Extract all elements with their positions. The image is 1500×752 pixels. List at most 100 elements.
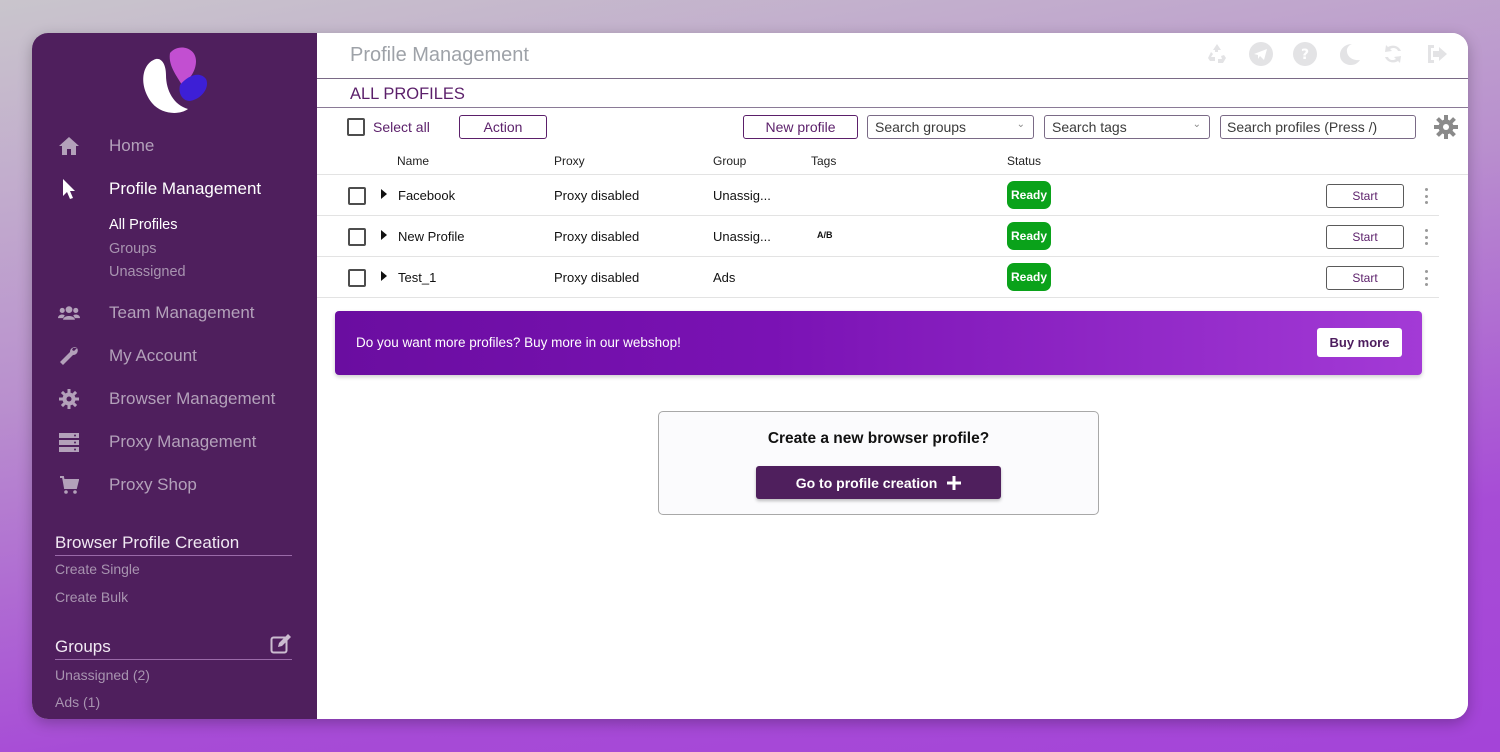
row-checkbox[interactable] [348,269,366,287]
sidebar-item-groups[interactable]: Groups [109,241,157,257]
header-divider [317,78,1468,79]
create-bulk-link[interactable]: Create Bulk [55,589,128,605]
cursor-icon [58,178,80,200]
more-options-icon[interactable] [1417,268,1435,288]
sidebar: Home Profile Management All Profiles Gro… [32,33,317,719]
nav-proxy-shop-label: Proxy Shop [109,475,197,494]
profile-name: Test_1 [398,270,437,285]
row-checkbox[interactable] [348,228,366,246]
nav-profile-management-label: Profile Management [109,179,262,198]
creation-section-title: Browser Profile Creation [55,533,292,556]
profile-name: New Profile [398,229,465,244]
select-all-label: Select all [373,119,430,135]
logo [143,47,208,113]
column-header-proxy[interactable]: Proxy [554,154,585,168]
table-row[interactable]: Test_1 Proxy disabled Ads Ready Start [317,257,1439,298]
profile-group: Unassig... [713,229,771,244]
search-groups-label: Search groups [875,119,967,135]
select-all-checkbox[interactable]: Select all [347,118,430,136]
more-options-icon[interactable] [1417,227,1435,247]
sidebar-item-all-profiles[interactable]: All Profiles [109,217,178,233]
nav-team-management-label: Team Management [109,303,255,322]
chevron-down-icon: ⌄ [1016,119,1025,130]
row-checkbox[interactable] [348,187,366,205]
table-row[interactable]: Facebook Proxy disabled Unassig... Ready… [317,175,1439,216]
profile-tag: A/B [817,230,833,240]
nav-browser-management[interactable]: Browser Management [32,384,317,414]
column-header-tags[interactable]: Tags [811,154,836,168]
edit-icon[interactable] [270,633,292,655]
checkbox[interactable] [347,118,365,136]
go-to-profile-creation-label: Go to profile creation [795,474,938,491]
chevron-down-icon: ⌄ [1192,119,1201,130]
search-tags-dropdown[interactable]: Search tags ⌄ [1044,115,1210,139]
expand-icon[interactable] [381,189,387,199]
search-profiles-input[interactable]: Search profiles (Press /) [1220,115,1416,139]
nav-proxy-shop[interactable]: Proxy Shop [32,470,317,500]
nav-my-account-label: My Account [109,346,197,365]
telegram-icon[interactable] [1248,41,1274,67]
create-profile-card: Create a new browser profile? Go to prof… [658,411,1099,515]
logout-icon[interactable] [1424,41,1450,67]
profile-group: Unassig... [713,188,771,203]
profile-name: Facebook [398,188,456,203]
column-header-group[interactable]: Group [713,154,746,168]
nav-home[interactable]: Home [32,131,317,161]
help-icon[interactable]: ? [1292,41,1318,67]
start-button[interactable]: Start [1326,266,1404,290]
sidebar-item-unassigned[interactable]: Unassigned [109,264,186,280]
start-button[interactable]: Start [1326,225,1404,249]
status-badge: Ready [1007,263,1051,291]
refresh-icon[interactable] [1380,41,1406,67]
banner-text: Do you want more profiles? Buy more in o… [356,335,681,350]
profile-proxy: Proxy disabled [554,229,640,244]
nav-proxy-management-label: Proxy Management [109,432,257,451]
cart-icon [58,474,80,496]
buy-more-button[interactable]: Buy more [1317,328,1402,357]
groups-section-title: Groups [55,637,292,660]
expand-icon[interactable] [381,271,387,281]
settings-gear-icon[interactable] [1434,115,1458,139]
new-profile-button[interactable]: New profile [743,115,858,139]
wrench-icon [58,345,80,367]
home-icon [58,135,80,157]
section-divider [317,107,1468,108]
create-profile-question: Create a new browser profile? [767,430,990,447]
column-header-status[interactable]: Status [1007,154,1041,168]
users-icon [58,302,80,324]
group-item-ads[interactable]: Ads (1) [55,694,100,710]
status-badge: Ready [1007,222,1051,250]
svg-text:?: ? [1301,47,1309,63]
action-button[interactable]: Action [459,115,547,139]
create-single-link[interactable]: Create Single [55,561,140,577]
app-window: Home Profile Management All Profiles Gro… [32,33,1468,719]
more-options-icon[interactable] [1417,186,1435,206]
search-groups-dropdown[interactable]: Search groups ⌄ [867,115,1034,139]
search-tags-label: Search tags [1052,119,1127,135]
upsell-banner: Do you want more profiles? Buy more in o… [335,311,1422,375]
section-title: ALL PROFILES [350,85,465,103]
server-icon [58,431,80,453]
nav-browser-management-label: Browser Management [109,389,276,408]
moon-icon[interactable] [1336,41,1362,67]
status-badge: Ready [1007,181,1051,209]
go-to-profile-creation-button[interactable]: Go to profile creation [756,466,1001,499]
gear-icon [58,388,80,410]
nav-home-label: Home [109,136,155,155]
nav-team-management[interactable]: Team Management [32,298,317,328]
start-button[interactable]: Start [1326,184,1404,208]
column-header-name[interactable]: Name [397,154,429,168]
profile-proxy: Proxy disabled [554,188,640,203]
page-title: Profile Management [350,44,529,66]
nav-my-account[interactable]: My Account [32,341,317,371]
profile-proxy: Proxy disabled [554,270,640,285]
group-item-unassigned[interactable]: Unassigned (2) [55,667,150,683]
main-content: Profile Management ? ALL PROFILES Select… [317,33,1468,719]
nav-profile-management[interactable]: Profile Management [32,174,317,204]
expand-icon[interactable] [381,230,387,240]
nav-proxy-management[interactable]: Proxy Management [32,427,317,457]
recycle-icon[interactable] [1204,41,1230,67]
table-row[interactable]: New Profile Proxy disabled Unassig... A/… [317,216,1439,257]
plus-icon [947,475,962,490]
profile-group: Ads [713,270,736,285]
